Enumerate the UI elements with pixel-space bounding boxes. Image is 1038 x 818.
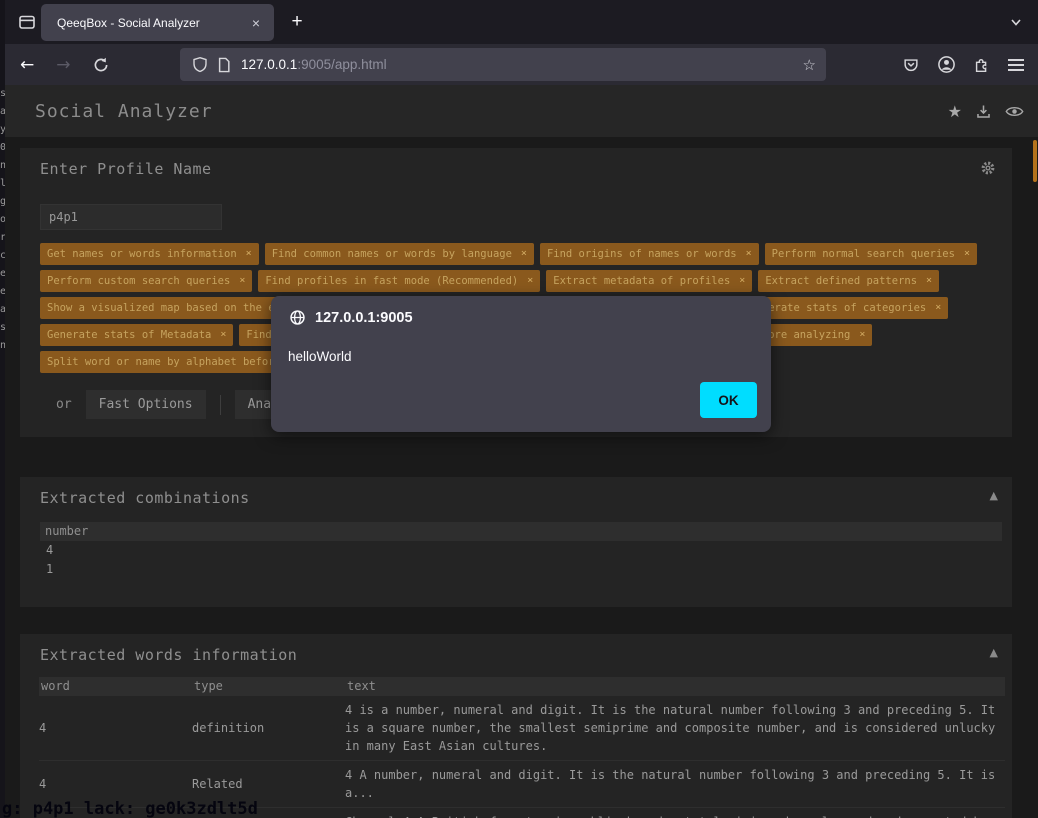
words-table-row: 4 definition 4 is a number, numeral and … bbox=[39, 696, 1005, 761]
remove-tag-icon[interactable]: × bbox=[964, 246, 970, 262]
option-tag: Perform custom search queries × bbox=[40, 270, 252, 292]
download-icon[interactable] bbox=[975, 103, 992, 120]
option-tag-label: Perform custom search queries bbox=[47, 273, 230, 289]
new-tab-button[interactable]: + bbox=[283, 8, 311, 36]
combination-row: 1 bbox=[40, 560, 1002, 579]
remove-tag-icon[interactable]: × bbox=[246, 246, 252, 262]
firefox-view-icon[interactable] bbox=[15, 10, 39, 34]
words-section: Extracted words information ▲ word type … bbox=[20, 634, 1012, 818]
option-tag-label: Generate stats of Metadata bbox=[47, 327, 211, 343]
shield-icon[interactable] bbox=[192, 56, 208, 73]
type-cell: definition bbox=[192, 714, 345, 742]
browser-window: QeeqBox - Social Analyzer × + ← → bbox=[5, 0, 1038, 818]
browser-toolbar: ← → 127.0.0.1:9005/app.html ☆ bbox=[5, 44, 1038, 85]
option-tag-label: Find common names or words by language bbox=[272, 246, 512, 262]
tab-close-icon[interactable]: × bbox=[248, 15, 264, 31]
browser-tab[interactable]: QeeqBox - Social Analyzer × bbox=[41, 4, 274, 41]
remove-tag-icon[interactable]: × bbox=[739, 273, 745, 289]
menu-hamburger-icon[interactable] bbox=[1008, 56, 1024, 74]
star-icon[interactable]: ★ bbox=[948, 102, 962, 121]
remove-tag-icon[interactable]: × bbox=[527, 273, 533, 289]
option-tag: Extract defined patterns × bbox=[758, 270, 939, 292]
terminal-bottom-text: g: p4p1 lack: ge0k3zdlt5d bbox=[2, 799, 258, 818]
words-table-header: word type text bbox=[39, 677, 1005, 696]
option-tag-label: Get names or words information bbox=[47, 246, 237, 262]
dialog-message: helloWorld bbox=[288, 349, 352, 364]
text-cell: 4 is a number, numeral and digit. It is … bbox=[345, 696, 1005, 760]
collapse-arrow-icon[interactable]: ▲ bbox=[990, 646, 998, 659]
fast-options-button[interactable]: Fast Options bbox=[86, 390, 206, 419]
text-cell: Channel 4 A British free-to-air public b… bbox=[345, 808, 1005, 818]
option-tag: Find profiles in fast mode (Recommended)… bbox=[258, 270, 540, 292]
combinations-column-header: number bbox=[40, 522, 1002, 541]
gear-icon[interactable] bbox=[980, 160, 996, 176]
globe-icon bbox=[289, 309, 306, 326]
profile-name-input[interactable] bbox=[40, 204, 222, 230]
remove-tag-icon[interactable]: × bbox=[859, 327, 865, 343]
remove-tag-icon[interactable]: × bbox=[926, 273, 932, 289]
word-cell: 4 bbox=[39, 714, 192, 742]
combination-row: 4 bbox=[40, 541, 1002, 560]
option-tag: Generate stats of Metadata × bbox=[40, 324, 233, 346]
remove-tag-icon[interactable]: × bbox=[746, 246, 752, 262]
back-button[interactable]: ← bbox=[20, 55, 34, 75]
forward-button[interactable]: → bbox=[56, 55, 70, 75]
option-tag: Get names or words information × bbox=[40, 243, 259, 265]
remove-tag-icon[interactable]: × bbox=[239, 273, 245, 289]
profile-section-title: Enter Profile Name bbox=[40, 160, 212, 178]
app-header: Social Analyzer ★ bbox=[5, 85, 1038, 137]
option-tag-label: Find origins of names or words bbox=[547, 246, 737, 262]
option-tag-label: Extract metadata of profiles bbox=[553, 273, 730, 289]
page-info-icon[interactable] bbox=[217, 57, 231, 73]
button-separator bbox=[220, 395, 221, 415]
browser-tab-bar: QeeqBox - Social Analyzer × + bbox=[5, 0, 1038, 44]
url-bar[interactable]: 127.0.0.1:9005/app.html ☆ bbox=[180, 48, 826, 81]
page-viewport: Social Analyzer ★ Enter Profile Name Get… bbox=[5, 85, 1038, 818]
option-tag: Generate stats of categories × bbox=[742, 297, 948, 319]
url-path: :9005/app.html bbox=[297, 57, 386, 72]
extensions-puzzle-icon[interactable] bbox=[973, 56, 991, 74]
dialog-origin: 127.0.0.1:9005 bbox=[315, 310, 413, 326]
bookmark-star-icon[interactable]: ☆ bbox=[803, 56, 816, 74]
alert-dialog: 127.0.0.1:9005 helloWorld OK bbox=[271, 296, 771, 432]
account-icon[interactable] bbox=[937, 55, 956, 74]
col-header-word: word bbox=[39, 677, 192, 696]
combinations-title: Extracted combinations bbox=[40, 489, 250, 507]
dialog-ok-button[interactable]: OK bbox=[700, 382, 757, 418]
tab-title: QeeqBox - Social Analyzer bbox=[57, 16, 248, 30]
option-tag-label: Extract defined patterns bbox=[765, 273, 917, 289]
app-title: Social Analyzer bbox=[35, 101, 213, 122]
remove-tag-icon[interactable]: × bbox=[220, 327, 226, 343]
option-tag-label: Perform normal search queries bbox=[772, 246, 955, 262]
option-tag: Extract metadata of profiles × bbox=[546, 270, 752, 292]
remove-tag-icon[interactable]: × bbox=[521, 246, 527, 262]
combinations-section: Extracted combinations ▲ number 4 1 bbox=[20, 477, 1012, 607]
url-host: 127.0.0.1 bbox=[241, 57, 297, 72]
option-tag: Perform normal search queries × bbox=[765, 243, 977, 265]
tab-list-chevron-icon[interactable] bbox=[1004, 10, 1028, 34]
pocket-icon[interactable] bbox=[902, 56, 920, 74]
option-tag: Find common names or words by language × bbox=[265, 243, 534, 265]
collapse-arrow-icon[interactable]: ▲ bbox=[990, 489, 998, 502]
col-header-text: text bbox=[345, 677, 1005, 696]
words-title: Extracted words information bbox=[40, 646, 297, 664]
combinations-table: number 4 1 bbox=[40, 522, 1002, 579]
or-label: or bbox=[56, 397, 72, 412]
option-tag-label: Find profiles in fast mode (Recommended) bbox=[265, 273, 518, 289]
eye-icon[interactable] bbox=[1005, 104, 1024, 119]
option-tag-label: Generate stats of categories bbox=[749, 300, 926, 316]
type-cell: Related bbox=[192, 770, 345, 798]
words-table: word type text 4 definition 4 is a numbe… bbox=[39, 677, 1005, 818]
remove-tag-icon[interactable]: × bbox=[935, 300, 941, 316]
text-cell: 4 A number, numeral and digit. It is the… bbox=[345, 761, 1005, 807]
terminal-edge-fragments: say0nl.:gor.c/eeasn bbox=[0, 85, 5, 445]
option-tag: Find origins of names or words × bbox=[540, 243, 759, 265]
url-text: 127.0.0.1:9005/app.html bbox=[241, 57, 803, 72]
page-scrollbar-thumb[interactable] bbox=[1033, 140, 1037, 182]
word-cell: 4 bbox=[39, 770, 192, 798]
col-header-type: type bbox=[192, 677, 345, 696]
reload-button[interactable] bbox=[93, 57, 109, 73]
